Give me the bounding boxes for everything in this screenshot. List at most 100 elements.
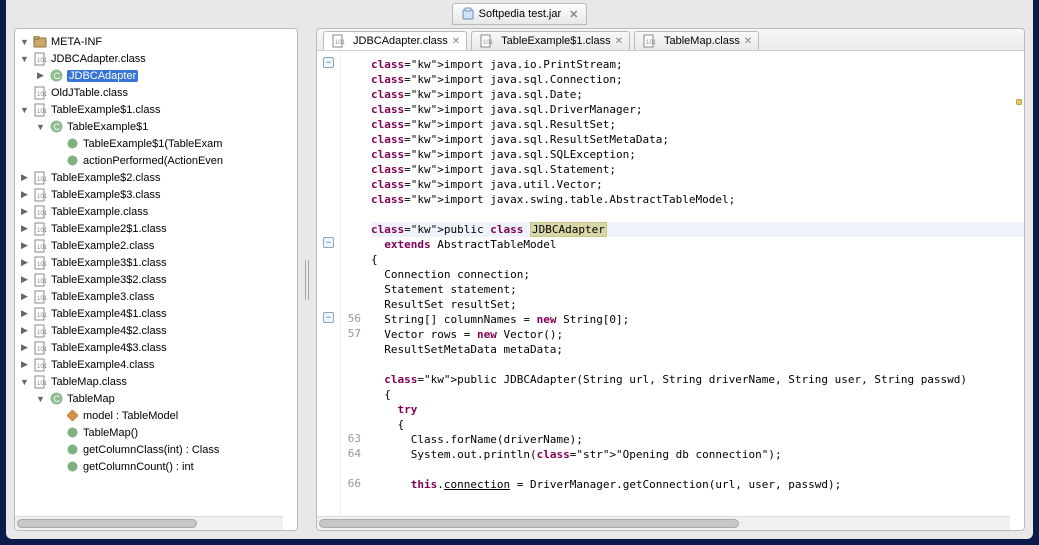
tree-row[interactable]: ▼101TableExample$1.class bbox=[15, 101, 297, 118]
chevron-right-icon[interactable]: ▶ bbox=[19, 240, 30, 251]
chevron-right-icon[interactable]: ▶ bbox=[19, 342, 30, 353]
tree-row[interactable]: ▶101TableExample$2.class bbox=[15, 169, 297, 186]
chevron-right-icon[interactable]: ▶ bbox=[19, 308, 30, 319]
line-number: 66 bbox=[348, 477, 361, 492]
chevron-right-icon[interactable]: ▶ bbox=[19, 206, 30, 217]
chevron-right-icon[interactable]: ▶ bbox=[19, 325, 30, 336]
tree-label: TableExample2.class bbox=[51, 240, 154, 252]
classfile-icon: 101 bbox=[32, 171, 48, 185]
tree-row[interactable]: actionPerformed(ActionEven bbox=[15, 152, 297, 169]
tree-row[interactable]: ▶ 101 TableExample4$2.class bbox=[15, 322, 297, 339]
line-number: 57 bbox=[348, 327, 361, 342]
fold-gutter[interactable]: − − − bbox=[317, 51, 341, 530]
line-number-gutter: 5657636466 bbox=[341, 51, 365, 530]
chevron-right-icon[interactable]: ▶ bbox=[19, 223, 30, 234]
code-area[interactable]: class="kw">import java.io.PrintStream;cl… bbox=[365, 51, 1024, 530]
classfile-icon: 101 bbox=[32, 273, 48, 287]
fold-toggle[interactable]: − bbox=[323, 57, 334, 68]
close-icon[interactable]: ✕ bbox=[744, 36, 752, 47]
package-icon bbox=[32, 35, 48, 49]
chevron-down-icon[interactable]: ▼ bbox=[35, 393, 46, 404]
jar-icon bbox=[461, 7, 475, 21]
twisty-blank bbox=[19, 87, 30, 98]
svg-text:101: 101 bbox=[37, 296, 47, 302]
editor-panel: 101JDBCAdapter.class✕101TableExample$1.c… bbox=[316, 28, 1025, 531]
tree-label: TableMap.class bbox=[51, 376, 127, 388]
editor-tab[interactable]: 101TableMap.class✕ bbox=[634, 31, 759, 50]
classfile-icon: 101 bbox=[32, 86, 48, 100]
tree-label: TableExample4$2.class bbox=[51, 325, 167, 337]
overview-marker[interactable] bbox=[1016, 99, 1022, 105]
chevron-right-icon[interactable]: ▶ bbox=[35, 70, 46, 81]
twisty-blank bbox=[51, 138, 62, 149]
code-line: extends AbstractTableModel bbox=[371, 237, 1024, 252]
tree-row[interactable]: ▶ 101 TableExample3.class bbox=[15, 288, 297, 305]
sash[interactable] bbox=[304, 28, 310, 531]
tree-row[interactable]: ▶101TableExample3$1.class bbox=[15, 254, 297, 271]
tree-row[interactable]: ▶101TableExample4$1.class bbox=[15, 305, 297, 322]
tree-row[interactable]: TableExample$1(TableExam bbox=[15, 135, 297, 152]
twisty-blank bbox=[51, 427, 62, 438]
editor-tab[interactable]: 101JDBCAdapter.class✕ bbox=[323, 31, 467, 50]
tree-row[interactable]: ▶101TableExample2$1.class bbox=[15, 220, 297, 237]
package-explorer: ▼META-INF▼101JDBCAdapter.class▶CJDBCAdap… bbox=[14, 28, 298, 531]
chevron-down-icon[interactable]: ▼ bbox=[19, 36, 30, 47]
close-icon[interactable]: ✕ bbox=[615, 36, 623, 47]
editor-tab[interactable]: 101TableExample$1.class✕ bbox=[471, 31, 630, 50]
chevron-right-icon[interactable]: ▶ bbox=[19, 257, 30, 268]
tree-row[interactable]: getColumnCount() : int bbox=[15, 458, 297, 475]
chevron-down-icon[interactable]: ▼ bbox=[35, 121, 46, 132]
tree-label: JDBCAdapter.class bbox=[51, 53, 146, 65]
svg-text:101: 101 bbox=[37, 262, 47, 268]
tree-row[interactable]: 101OldJTable.class bbox=[15, 84, 297, 101]
chevron-down-icon[interactable]: ▼ bbox=[19, 376, 30, 387]
editor-tab-label: JDBCAdapter.class bbox=[353, 35, 448, 47]
code-line bbox=[371, 357, 1024, 372]
svg-text:101: 101 bbox=[37, 330, 47, 336]
tree-row[interactable]: ▼101JDBCAdapter.class bbox=[15, 50, 297, 67]
tree-row[interactable]: ▼ C TableExample$1 bbox=[15, 118, 297, 135]
tree-row[interactable]: ▶CJDBCAdapter bbox=[15, 67, 297, 84]
tree-label: TableExample3.class bbox=[51, 291, 154, 303]
chevron-right-icon[interactable]: ▶ bbox=[19, 172, 30, 183]
tree-row[interactable]: ▶101TableExample4$3.class bbox=[15, 339, 297, 356]
tree-row[interactable]: ▼CTableMap bbox=[15, 390, 297, 407]
chevron-right-icon[interactable]: ▶ bbox=[19, 359, 30, 370]
tree-row[interactable]: ▶101TableExample$3.class bbox=[15, 186, 297, 203]
code-line: ResultSet resultSet; bbox=[371, 297, 1024, 312]
tree-label: TableExample$1 bbox=[67, 121, 148, 133]
chevron-right-icon[interactable]: ▶ bbox=[19, 189, 30, 200]
tree-hscroll[interactable] bbox=[15, 516, 283, 530]
field-icon bbox=[64, 409, 80, 423]
fold-toggle[interactable]: − bbox=[323, 237, 334, 248]
svg-text:C: C bbox=[53, 122, 60, 132]
classfile-icon: 101 bbox=[32, 358, 48, 372]
close-icon[interactable]: ✕ bbox=[569, 8, 578, 21]
close-icon[interactable]: ✕ bbox=[452, 36, 460, 47]
chevron-right-icon[interactable]: ▶ bbox=[19, 291, 30, 302]
tree-row[interactable]: ▼META-INF bbox=[15, 33, 297, 50]
tree-row[interactable]: TableMap() bbox=[15, 424, 297, 441]
tree-row[interactable]: ▶101TableExample.class bbox=[15, 203, 297, 220]
tree-row[interactable]: model : TableModel bbox=[15, 407, 297, 424]
chevron-right-icon[interactable]: ▶ bbox=[19, 274, 30, 285]
tree-label: TableExample4$3.class bbox=[51, 342, 167, 354]
tree-label: TableExample$1(TableExam bbox=[83, 138, 222, 150]
tree[interactable]: ▼META-INF▼101JDBCAdapter.class▶CJDBCAdap… bbox=[15, 29, 297, 530]
code-line: class="kw">import java.sql.Connection; bbox=[371, 72, 1024, 87]
tree-row[interactable]: ▼101TableMap.class bbox=[15, 373, 297, 390]
chevron-down-icon[interactable]: ▼ bbox=[19, 53, 30, 64]
chevron-down-icon[interactable]: ▼ bbox=[19, 104, 30, 115]
tree-row[interactable]: ▶101TableExample4.class bbox=[15, 356, 297, 373]
tree-label: actionPerformed(ActionEven bbox=[83, 155, 223, 167]
classfile-icon: 101 bbox=[32, 239, 48, 253]
tree-row[interactable]: ▶101TableExample3$2.class bbox=[15, 271, 297, 288]
tree-label: JDBCAdapter bbox=[67, 70, 138, 82]
fold-toggle[interactable]: − bbox=[323, 312, 334, 323]
tree-label: TableExample4$1.class bbox=[51, 308, 167, 320]
editor-hscroll[interactable] bbox=[317, 516, 1010, 530]
tree-row[interactable]: ▶101TableExample2.class bbox=[15, 237, 297, 254]
title-tab[interactable]: Softpedia test.jar ✕ bbox=[452, 3, 588, 25]
code-line: class="kw">import javax.swing.table.Abst… bbox=[371, 192, 1024, 207]
tree-row[interactable]: getColumnClass(int) : Class bbox=[15, 441, 297, 458]
